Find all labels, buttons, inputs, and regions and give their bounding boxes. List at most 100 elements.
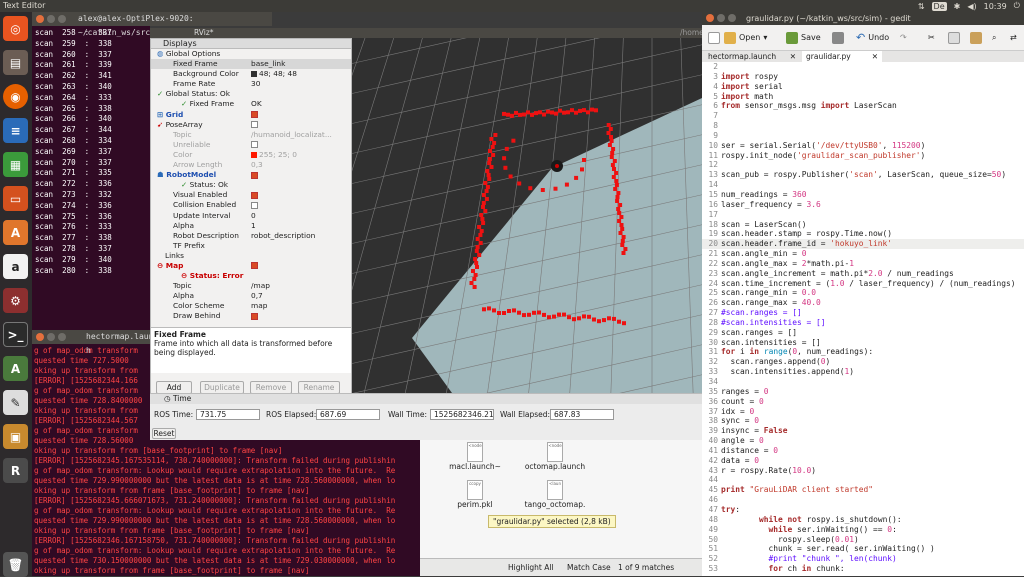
highlight-all-toggle[interactable]: Highlight All xyxy=(508,563,554,572)
display-row[interactable]: ✓ Status: Ok xyxy=(151,180,351,190)
enable-checkbox[interactable] xyxy=(251,201,258,209)
property-value[interactable]: OK xyxy=(251,99,262,108)
display-row[interactable]: Color Scheme map xyxy=(151,301,351,311)
display-row[interactable]: ➹ PoseArray xyxy=(151,120,351,130)
code-editor[interactable]: 2 3 import rospy 4 import serial 5 import math… xyxy=(702,62,1024,576)
software-center-icon[interactable]: A xyxy=(3,220,28,245)
trash-icon[interactable]: 🗑 xyxy=(3,552,28,577)
display-row[interactable]: Unreliable xyxy=(151,140,351,150)
tab-hectormap[interactable]: hectormap.launch ✕ xyxy=(704,51,800,62)
display-row[interactable]: Robot Description robot_description xyxy=(151,231,351,241)
display-row[interactable]: TF Prefix xyxy=(151,241,351,251)
enable-checkbox[interactable] xyxy=(251,121,258,129)
property-value[interactable]: 48; 48; 48 xyxy=(259,69,297,78)
impress-icon[interactable]: ▭ xyxy=(3,186,28,211)
rviz-titlebar[interactable]: RViz* /home xyxy=(150,28,704,38)
close-icon[interactable]: ✕ xyxy=(790,51,796,62)
display-row[interactable]: Visual Enabled xyxy=(151,190,351,200)
file-item[interactable]: <node macl.launch~ xyxy=(440,442,510,471)
display-row[interactable]: ◍ Global Options xyxy=(151,49,351,59)
maximize-icon[interactable] xyxy=(58,15,66,23)
clock[interactable]: 10:39 xyxy=(984,2,1007,11)
enable-checkbox[interactable] xyxy=(251,312,258,320)
amazon-icon[interactable]: a xyxy=(3,254,28,279)
display-row[interactable]: Collision Enabled xyxy=(151,200,351,210)
display-row[interactable]: Alpha 1 xyxy=(151,221,351,231)
display-row[interactable]: Background Color 48; 48; 48 xyxy=(151,69,351,79)
tab-graulidar[interactable]: graulidar.py ✕ xyxy=(802,51,882,62)
power-icon[interactable]: ⏻ xyxy=(1014,1,1020,11)
display-row[interactable]: ✓ Global Status: Ok xyxy=(151,89,351,99)
display-row[interactable]: Frame Rate 30 xyxy=(151,79,351,89)
calc-icon[interactable]: ▦ xyxy=(3,152,28,177)
close-icon[interactable] xyxy=(36,15,44,23)
display-row[interactable]: Arrow Length 0,3 xyxy=(151,160,351,170)
display-row[interactable]: Color 255; 25; 0 xyxy=(151,150,351,160)
save-button[interactable]: Save xyxy=(786,25,821,51)
maximize-icon[interactable] xyxy=(728,14,736,22)
find-button[interactable]: ⌕ xyxy=(992,25,996,51)
display-row[interactable]: ⊖ Status: Error xyxy=(151,271,351,281)
display-row[interactable]: Links xyxy=(151,251,351,261)
network-icon[interactable]: ⇅ xyxy=(918,2,925,11)
terminal-icon[interactable]: >_ xyxy=(3,322,28,347)
minimize-icon[interactable] xyxy=(717,14,725,22)
3d-scene[interactable] xyxy=(352,38,702,393)
property-value[interactable]: 0,7 xyxy=(251,291,263,300)
property-value[interactable]: 0 xyxy=(251,211,256,220)
file-item[interactable]: <node octomap.launch xyxy=(520,442,590,471)
maximize-icon[interactable] xyxy=(58,333,66,341)
match-case-toggle[interactable]: Match Case xyxy=(567,563,611,572)
property-value[interactable]: /map xyxy=(251,281,270,290)
print-button[interactable] xyxy=(832,25,844,51)
close-icon[interactable] xyxy=(706,14,714,22)
writer-icon[interactable]: ≡ xyxy=(3,118,28,143)
bluetooth-icon[interactable]: ✱ xyxy=(954,2,961,11)
file-item[interactable]: ccopy perim.pkl xyxy=(440,480,510,509)
minimize-icon[interactable] xyxy=(47,15,55,23)
box-icon[interactable]: ▣ xyxy=(3,424,28,449)
a-icon[interactable]: A xyxy=(3,356,28,381)
paste-button[interactable] xyxy=(970,25,982,51)
property-value[interactable]: 1 xyxy=(251,221,256,230)
display-row[interactable]: Topic/humanoid_localizat... xyxy=(151,130,351,140)
files-icon[interactable]: ▤ xyxy=(3,50,28,75)
display-row[interactable]: ☗ RobotModel xyxy=(151,170,351,180)
rviz-window[interactable]: RViz* /home Displays ◍ Global Options Fix… xyxy=(150,28,704,440)
undo-button[interactable]: ↶ Undo xyxy=(856,25,889,51)
gedit-titlebar[interactable]: graulidar.py (~/katkin_ws/src/sim) - ged… xyxy=(702,12,1024,25)
display-row[interactable]: Topic/map xyxy=(151,281,351,291)
gedit-window[interactable]: graulidar.py (~/katkin_ws/src/sim) - ged… xyxy=(702,12,1024,576)
settings-icon[interactable]: ⚙ xyxy=(3,288,28,313)
ros-time-field[interactable]: 731.75 xyxy=(196,409,260,420)
property-value[interactable]: base_link xyxy=(251,59,285,68)
enable-checkbox[interactable] xyxy=(251,111,258,119)
ros-elapsed-field[interactable]: 687.69 xyxy=(316,409,380,420)
enable-checkbox[interactable] xyxy=(251,171,258,179)
reset-button[interactable]: Reset xyxy=(152,428,176,439)
redo-button[interactable]: ↷ xyxy=(900,25,907,51)
property-value[interactable]: 30 xyxy=(251,79,260,88)
display-row[interactable]: ⊞ Grid xyxy=(151,110,351,120)
firefox-icon[interactable]: ◉ xyxy=(3,84,28,109)
close-icon[interactable] xyxy=(36,333,44,341)
property-value[interactable]: map xyxy=(251,301,267,310)
copy-button[interactable] xyxy=(948,25,960,51)
display-row[interactable]: Draw Behind xyxy=(151,311,351,321)
terminal-window-scan[interactable]: alex@alex-OptiPlex-9020: ~/catkin_ws/src… xyxy=(32,12,272,330)
enable-checkbox[interactable] xyxy=(251,141,258,149)
cut-button[interactable]: ✂ xyxy=(928,25,935,51)
property-value[interactable]: 255; 25; 0 xyxy=(259,150,297,159)
file-manager-window[interactable]: <node macl.launch~ <node octomap.launch ccop… xyxy=(420,440,702,576)
terminal2-titlebar[interactable]: hectormap.launch h xyxy=(32,330,163,355)
enable-checkbox[interactable] xyxy=(251,262,258,270)
display-row[interactable]: ⊖ Map xyxy=(151,261,351,271)
property-value[interactable]: robot_description xyxy=(251,231,315,240)
property-value[interactable]: 0,3 xyxy=(251,160,263,169)
terminal-titlebar[interactable]: alex@alex-OptiPlex-9020: ~/catkin_ws/src… xyxy=(32,12,272,37)
display-row[interactable]: Fixed Frame base_link xyxy=(151,59,351,70)
text-editor-icon[interactable]: ✎ xyxy=(3,390,28,415)
3d-viewport[interactable] xyxy=(352,38,702,393)
volume-icon[interactable]: ◀) xyxy=(967,2,976,11)
rviz-icon[interactable]: R xyxy=(3,458,28,483)
